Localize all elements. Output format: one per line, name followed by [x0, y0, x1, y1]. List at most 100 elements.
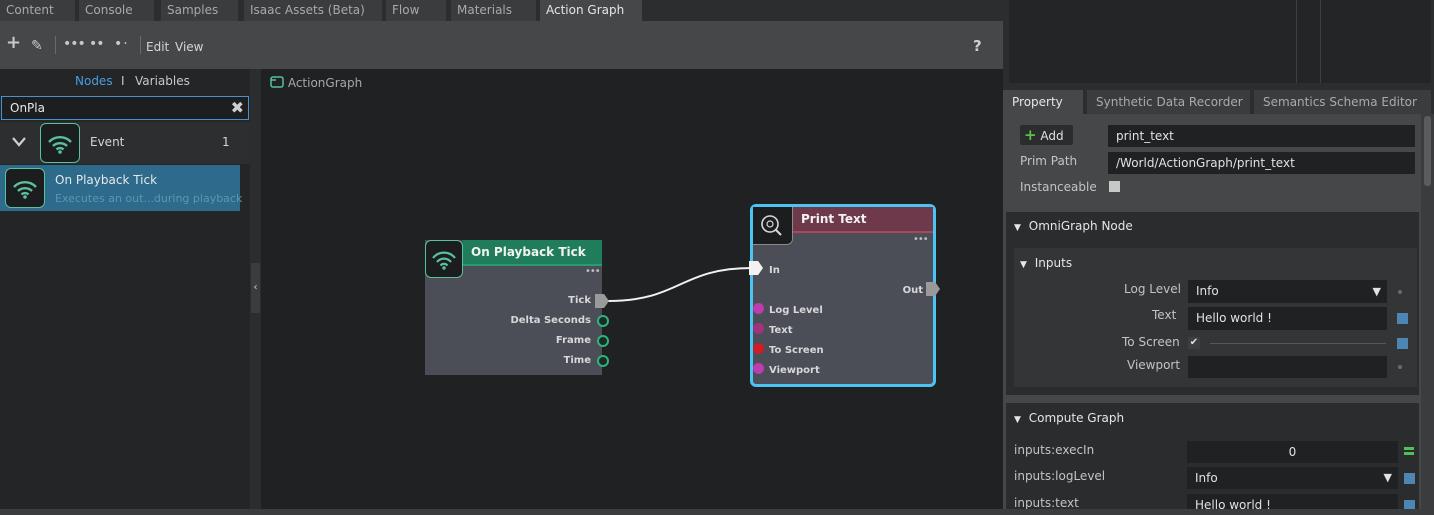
pin-frame[interactable]	[597, 335, 609, 347]
modified-indicator[interactable]	[1404, 473, 1415, 484]
omnigraph-section-header[interactable]: ▼ OmniGraph Node	[1014, 219, 1133, 233]
instanceable-label: Instanceable	[1020, 180, 1097, 194]
loglevel-dropdown[interactable]: Info ▼	[1187, 467, 1398, 489]
close-icon[interactable]: ✖	[231, 98, 244, 118]
tab-samples[interactable]: Samples	[161, 0, 238, 21]
tab-nodes[interactable]: Nodes	[75, 74, 113, 88]
pin-label-viewport: Viewport	[769, 365, 820, 376]
plus-icon[interactable]: +	[6, 34, 21, 52]
graph-icon	[270, 76, 284, 88]
tab-content[interactable]: Content	[0, 0, 75, 21]
text-label: Text	[1152, 308, 1177, 322]
tab-label: Samples	[167, 3, 219, 17]
exec-in-field[interactable]: 0	[1187, 441, 1398, 463]
chevron-down-icon[interactable]	[11, 136, 27, 148]
tab-label: Flow	[392, 3, 420, 17]
tab-label: Content	[6, 3, 54, 17]
viewport-label: Viewport	[1127, 358, 1181, 372]
node-title-underline	[793, 231, 933, 233]
prim-path-field[interactable]: /World/ActionGraph/print_text	[1108, 152, 1415, 174]
viewport-field[interactable]	[1188, 356, 1387, 378]
node-item-on-playback-tick[interactable]: On Playback Tick Executes an out...durin…	[0, 165, 242, 211]
dropdown-arrow-icon: ▼	[1372, 285, 1381, 298]
search-bug-icon	[753, 207, 793, 245]
pin-label-delta-seconds: Delta Seconds	[510, 315, 591, 326]
pin-label-time: Time	[563, 355, 591, 366]
instanceable-checkbox[interactable]	[1109, 181, 1120, 192]
omnigraph-section: ▼ OmniGraph Node ▼ Inputs Log Level Info…	[1006, 212, 1419, 395]
prim-name-field[interactable]: print_text	[1108, 125, 1415, 147]
pin-label-text: Text	[769, 325, 793, 336]
node-options-icon[interactable]: •••	[913, 234, 929, 245]
dropdown-value: Info	[1195, 471, 1218, 485]
toolbar-divider	[55, 36, 56, 54]
dots-icon[interactable]: •·	[114, 36, 129, 52]
wifi-signal-icon	[5, 168, 45, 208]
property-panel: + Add print_text Prim Path /World/Action…	[1003, 114, 1434, 515]
to-screen-track	[1210, 343, 1386, 344]
breadcrumb[interactable]: ActionGraph	[270, 76, 362, 90]
collapse-handle[interactable]: ‹	[251, 263, 260, 313]
log-level-dropdown[interactable]: Info ▼	[1188, 280, 1387, 303]
search-value: OnPla	[10, 101, 45, 115]
modified-indicator[interactable]	[1397, 313, 1408, 324]
pin-time[interactable]	[597, 355, 609, 367]
pin-label-tick: Tick	[568, 295, 591, 306]
pin-to-screen[interactable]	[753, 343, 764, 354]
tab-console[interactable]: Console	[79, 0, 154, 21]
node-search-input[interactable]: OnPla ✖	[1, 96, 249, 120]
breadcrumb-label: ActionGraph	[287, 76, 363, 90]
scrollbar-thumb[interactable]	[1424, 116, 1431, 186]
tab-variables[interactable]: Variables	[135, 74, 190, 88]
wifi-signal-icon	[425, 240, 463, 278]
pencil-icon[interactable]: ✎	[31, 38, 43, 54]
node-options-icon[interactable]: •••	[585, 266, 601, 277]
viewport-panel	[1009, 0, 1431, 83]
tab-label: Action Graph	[546, 3, 625, 17]
tab-property[interactable]: Property	[1003, 90, 1083, 114]
tab-label: Materials	[457, 3, 513, 17]
pin-label-to-screen: To Screen	[769, 345, 824, 356]
help-button[interactable]: ?	[973, 37, 982, 55]
dots-icon[interactable]: •••	[63, 36, 86, 52]
viewport-divider	[1320, 0, 1321, 83]
tab-label: Semantics Schema Editor	[1263, 95, 1417, 109]
node-print-text[interactable]: Print Text ••• In Out Log Level Text To …	[750, 204, 936, 387]
text-field[interactable]: Hello world !	[1188, 307, 1387, 330]
modified-indicator[interactable]	[1397, 338, 1408, 349]
tab-separator: I	[121, 74, 125, 88]
tab-materials[interactable]: Materials	[451, 0, 536, 21]
node-library-panel: Nodes I Variables OnPla ✖ Event 1 On Pla…	[0, 69, 250, 509]
wifi-signal-icon	[40, 123, 80, 163]
compute-section-header[interactable]: ▼ Compute Graph	[1014, 411, 1124, 425]
triangle-down-icon: ▼	[1014, 415, 1021, 425]
equals-icon[interactable]	[1404, 447, 1414, 457]
loglevel-label: inputs:logLevel	[1014, 469, 1106, 483]
edit-menu[interactable]: Edit	[146, 40, 169, 54]
tab-synthetic-data-recorder[interactable]: Synthetic Data Recorder	[1087, 90, 1250, 114]
node-title: On Playback Tick	[463, 240, 602, 264]
category-row-event[interactable]: Event 1	[0, 122, 250, 164]
view-menu[interactable]: View	[175, 40, 203, 54]
category-label: Event	[90, 135, 125, 149]
compute-graph-section: ▼ Compute Graph inputs:execIn 0 inputs:l…	[1006, 403, 1419, 515]
pin-text[interactable]	[753, 323, 764, 334]
checkmark-icon[interactable]: ✔	[1188, 337, 1200, 349]
inputs-section-header[interactable]: ▼ Inputs	[1020, 256, 1072, 270]
tab-bar: Content Console Samples Isaac Assets (Be…	[0, 0, 1003, 21]
pin-viewport[interactable]	[753, 363, 764, 374]
property-scrollbar[interactable]	[1421, 114, 1434, 509]
tab-flow[interactable]: Flow	[386, 0, 446, 21]
tab-action-graph[interactable]: Action Graph	[540, 0, 642, 21]
pin-log-level[interactable]	[753, 303, 764, 314]
inputs-section: ▼ Inputs Log Level Info ▼ Text Hello wor…	[1014, 248, 1417, 387]
tab-semantics-schema-editor[interactable]: Semantics Schema Editor	[1254, 90, 1431, 114]
property-tab-bar: Property Synthetic Data Recorder Semanti…	[1003, 87, 1434, 114]
add-button[interactable]: + Add	[1020, 125, 1073, 145]
tab-isaac-assets[interactable]: Isaac Assets (Beta)	[244, 0, 382, 21]
pin-delta-seconds[interactable]	[597, 315, 609, 327]
toolbar: + ✎ ••• •• •· Edit View ?	[0, 21, 1003, 69]
node-title: Print Text	[793, 207, 933, 231]
node-on-playback-tick[interactable]: On Playback Tick ••• Tick Delta Seconds …	[425, 240, 602, 375]
dots-icon[interactable]: ••	[89, 36, 104, 52]
